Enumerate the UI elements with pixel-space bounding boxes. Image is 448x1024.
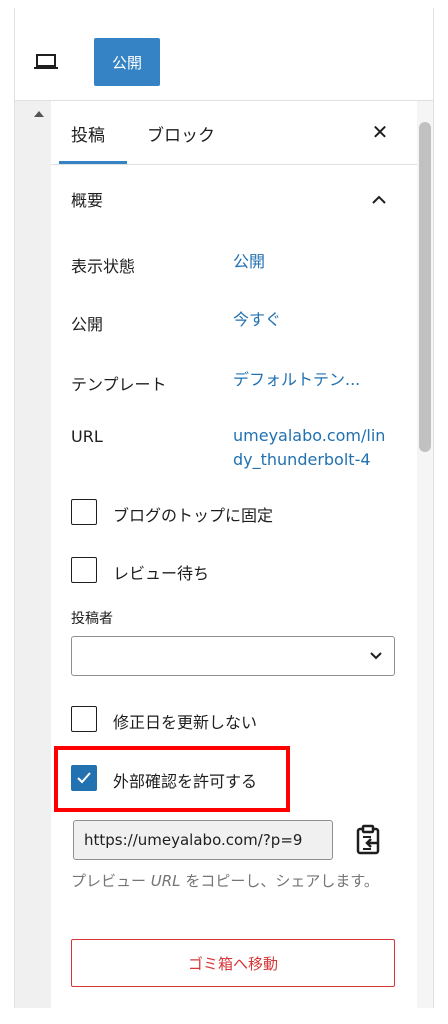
url-label: URL (71, 427, 103, 446)
no-modified-date-label: 修正日を更新しない (113, 713, 258, 732)
visibility-label: 表示状態 (71, 257, 136, 276)
chevron-down-icon (368, 648, 384, 664)
scrollbar-thumb[interactable] (419, 122, 431, 452)
no-modified-date-checkbox[interactable] (71, 706, 97, 732)
left-gutter (15, 101, 51, 1008)
close-icon[interactable]: ✕ (367, 119, 393, 145)
sticky-label: ブログのトップに固定 (113, 506, 274, 525)
sidebar-tabs: 投稿 ブロック ✕ (51, 101, 417, 165)
move-to-trash-button[interactable]: ゴミ箱へ移動 (71, 939, 395, 987)
editor-toolbar: 公開 (15, 21, 433, 101)
author-label: 投稿者 (71, 611, 113, 627)
url-value-line2[interactable]: dy_thunderbolt-4 (233, 448, 371, 472)
tab-post[interactable]: 投稿 (71, 121, 105, 146)
pending-review-label: レビュー待ち (113, 564, 210, 583)
help-text-url: URL (150, 872, 181, 890)
scroll-up-arrow-icon[interactable] (34, 111, 44, 117)
summary-panel-header[interactable]: 概要 (51, 165, 417, 231)
template-value[interactable]: デフォルトテン... (233, 368, 360, 392)
chevron-up-icon[interactable] (369, 189, 389, 209)
url-value-line1[interactable]: umeyalabo.com/lin (233, 424, 385, 448)
preview-url-help-text: プレビュー URL をコピーし、シェアします。 (71, 867, 401, 895)
copy-url-clipboard-icon[interactable] (353, 823, 385, 857)
summary-title: 概要 (71, 191, 104, 210)
tab-block[interactable]: ブロック (147, 121, 215, 146)
external-preview-label: 外部確認を許可する (113, 772, 258, 791)
help-text-before: プレビュー (71, 872, 151, 890)
publish-button[interactable]: 公開 (94, 38, 160, 86)
visibility-value[interactable]: 公開 (233, 250, 265, 274)
laptop-icon[interactable] (31, 47, 61, 77)
settings-sidebar: 投稿 ブロック ✕ 概要 表示状態 公開 公開 今すぐ テンプレート デフォルト… (51, 101, 417, 1008)
checkmark-icon (77, 772, 91, 784)
active-tab-indicator (59, 161, 127, 164)
author-select[interactable] (71, 636, 395, 676)
template-label: テンプレート (71, 375, 167, 394)
preview-url-field[interactable]: https://umeyalabo.com/?p=9 (73, 820, 333, 860)
pending-review-checkbox[interactable] (71, 557, 97, 583)
external-preview-checkbox[interactable] (71, 765, 97, 791)
publish-date-value[interactable]: 今すぐ (233, 308, 281, 332)
help-text-after: をコピーし、シェアします。 (180, 872, 379, 890)
sticky-checkbox[interactable] (71, 499, 97, 525)
publish-date-label: 公開 (71, 315, 104, 334)
